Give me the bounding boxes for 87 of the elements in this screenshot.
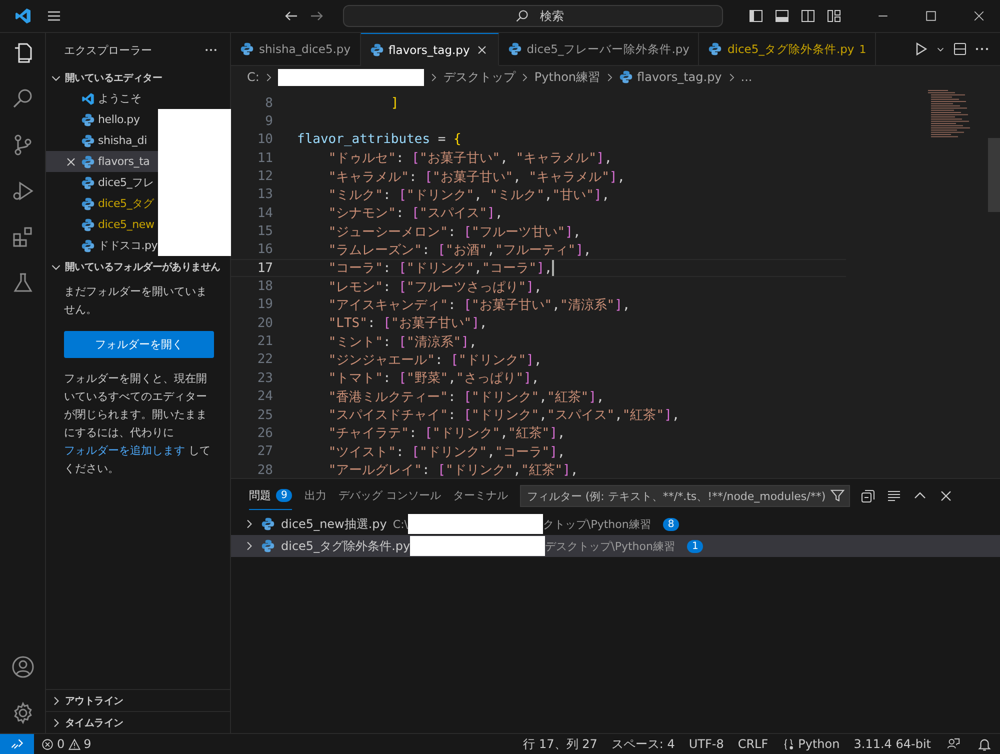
line-number: 16 (256, 242, 274, 258)
editor-tab[interactable]: dice5_フレーバー除外条件.py (498, 33, 700, 66)
open-editor-item[interactable]: ドドスコ.py (46, 235, 158, 256)
problem-count: 1 (859, 42, 866, 56)
panel-tab[interactable]: 出力 (304, 482, 326, 510)
code-line: "アイスキャンディ": ["お菓子甘い","清涼系"], (327, 296, 630, 314)
code-line: "キャラメル": ["お菓子甘い", "キャラメル"], (327, 168, 626, 186)
code-line: "アールグレイ": ["ドリンク","紅茶"], (327, 462, 578, 480)
line-number: 26 (256, 426, 274, 441)
problem-row[interactable]: dice5_new抽選.py C:\ クトップ\Python練習 8 (231, 513, 1000, 535)
line-number: 20 (256, 316, 274, 331)
panel-tab[interactable]: ターミナル (452, 482, 508, 510)
code-line: ] (390, 96, 399, 111)
line-number: 10 (256, 132, 274, 148)
line-number: 23 (256, 370, 274, 386)
editor-tab[interactable]: shisha_dice5.py (231, 33, 361, 66)
line-number: 15 (256, 224, 274, 240)
problem-count: 1 (686, 540, 704, 552)
section-header[interactable]: アウトライン (46, 689, 230, 711)
code-line: "ドゥルセ": ["お菓子甘い", "キャラメル"], (327, 150, 612, 168)
code-line: "ジューシーメロン": ["フルーツ甘い"], (327, 224, 581, 241)
language-mode[interactable]: Python (775, 737, 847, 751)
language-label: Python (798, 737, 840, 751)
sidebar-title: エクスプローラー (64, 42, 152, 58)
editor-tab[interactable]: dice5_タグ除外条件.py 1 (699, 33, 876, 66)
open-editor-item[interactable]: flavors_ta (46, 151, 158, 172)
line-number: 22 (256, 352, 274, 368)
error-count: 0 (57, 737, 65, 751)
code-line: "トマト": ["野菜","さっぱり"], (327, 370, 540, 388)
line-number: 9 (264, 114, 274, 130)
code-line: "LTS": ["お菓子甘い"], (327, 315, 488, 332)
interpreter-version[interactable]: 3.11.4 64-bit (846, 737, 938, 751)
code-line: "ミント": ["清涼系"], (327, 334, 477, 351)
problems-status[interactable]: 0 9 (34, 737, 98, 751)
line-number: 21 (256, 334, 274, 350)
line-number: 25 (256, 408, 274, 423)
code-line: "シナモン": ["スパイス"], (327, 205, 503, 222)
line-number: 27 (256, 444, 274, 460)
line-number: 12 (256, 169, 274, 184)
status-item[interactable]: CRLF (730, 737, 776, 751)
open-editor-item[interactable]: ようこそ (46, 88, 231, 109)
panel-tab[interactable]: デバッグ コンソール (338, 482, 441, 510)
filter-field[interactable]: フィルター (例: テキスト、**/*.ts、!**/node_modules/**) (520, 485, 850, 507)
problem-row[interactable]: dice5_タグ除外条件.py デスクトップ\Python練習 1 (231, 535, 1000, 557)
code-line: flavor_attributes = { (297, 132, 462, 148)
line-number: 17 (256, 260, 274, 276)
section-header[interactable]: 開いているエディター (46, 67, 230, 88)
line-number: 28 (256, 462, 274, 478)
breadcrumb-item[interactable]: ... (740, 70, 752, 84)
line-number: 11 (256, 150, 274, 166)
editor-tab[interactable]: flavors_tag.py (360, 33, 499, 66)
code-line: "ツイスト": ["ドリンク","コーラ"], (327, 444, 566, 461)
no-folder-note: フォルダーを開くと、現在開いているすべてのエディターが閉じられます。開いたままにするには、代わりに フォルダーを追加します してください。 (64, 371, 212, 477)
open-folder-button[interactable]: フォルダーを開く (64, 331, 214, 358)
code-line: "コーラ": ["ドリンク","コーラ"], (327, 260, 552, 278)
line-number: 18 (256, 279, 274, 294)
breadcrumb-item[interactable]: デスクトップ (443, 68, 516, 86)
code-line: "ミルク": ["ドリンク", "ミルク","甘い"], (327, 186, 610, 204)
breadcrumb-item[interactable]: C: (247, 70, 260, 84)
code-line: "香港ミルクティー": ["ドリンク","紅茶"], (327, 388, 604, 406)
open-editor-item[interactable]: dice5_new (46, 214, 158, 235)
code-line: "レモン": ["フルーツさっぱり"], (327, 278, 542, 296)
breadcrumb-item[interactable]: Python練習 (534, 68, 600, 86)
line-number: 14 (256, 206, 274, 221)
code-line: "チャイラテ": ["ドリンク","紅茶"], (327, 425, 566, 442)
code-line: "スパイスドチャイ": ["ドリンク","スパイス","紅茶"], (327, 407, 680, 424)
line-number: 24 (256, 389, 274, 404)
line-number: 8 (264, 96, 274, 111)
code-line: "ラムレーズン": ["お酒","フルーティ"], (327, 242, 592, 259)
code-line: "ジンジャエール": ["ドリンク"], (327, 352, 542, 369)
no-folder-message: まだフォルダーを開いていません。 (64, 284, 208, 318)
line-number: 13 (256, 187, 274, 202)
status-item[interactable]: UTF-8 (682, 737, 731, 751)
open-editor-item[interactable]: hello.py (46, 109, 158, 130)
section-header[interactable]: 開いているフォルダーがありません (46, 256, 230, 277)
open-editor-item[interactable]: dice5_フレ (46, 172, 158, 193)
open-editor-item[interactable]: shisha_di (46, 130, 158, 151)
warning-count: 9 (84, 737, 92, 751)
breadcrumb-item[interactable]: flavors_tag.py (637, 70, 722, 84)
open-editor-item[interactable]: dice5_タグ (46, 193, 158, 214)
add-folder-link[interactable]: フォルダーを追加します (64, 444, 185, 457)
status-item[interactable]: 行 17、列 27 (516, 736, 604, 752)
line-number: 19 (256, 297, 274, 312)
status-item[interactable]: スペース: 4 (604, 736, 682, 752)
search-field[interactable]: 検索 (343, 5, 723, 27)
panel-tab[interactable]: 問題 9 (249, 482, 292, 510)
problem-count: 8 (662, 518, 680, 530)
